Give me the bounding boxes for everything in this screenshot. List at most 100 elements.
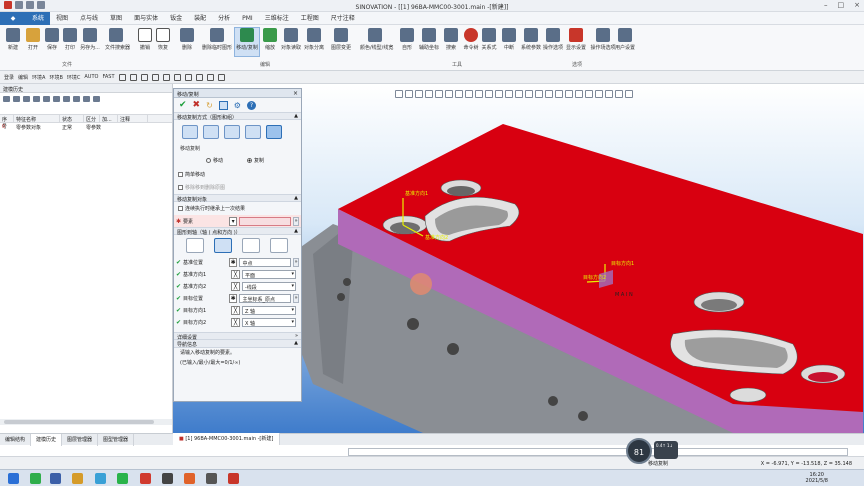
parallelogram-icon[interactable]: [206, 73, 214, 81]
app-green-icon[interactable]: [30, 473, 41, 484]
method-rotate-button[interactable]: [203, 125, 219, 139]
col-add[interactable]: 加...: [100, 115, 118, 123]
view-iso-icon[interactable]: [485, 90, 493, 98]
zoom-out-icon[interactable]: [415, 90, 423, 98]
element-filter-icon[interactable]: ▾: [228, 216, 238, 226]
folder-taskbar-icon[interactable]: [72, 473, 83, 484]
step-forward-icon[interactable]: [23, 96, 30, 102]
method-translate-button[interactable]: [182, 125, 198, 139]
snap-icon[interactable]: [151, 73, 159, 81]
table-row[interactable]: 0 零参数对象 正常 零参数: [0, 123, 172, 131]
measure-icon[interactable]: [625, 90, 633, 98]
zoom-fit-icon[interactable]: [425, 90, 433, 98]
color-icon[interactable]: [545, 90, 553, 98]
menu-view[interactable]: 视图: [50, 12, 74, 25]
expand-icon[interactable]: [53, 96, 60, 102]
polyline-icon[interactable]: [129, 73, 137, 81]
param-field[interactable]: 主坐标系_原点: [239, 293, 292, 303]
menu-pmi[interactable]: PMI: [236, 12, 259, 25]
relation-button[interactable]: 关系式: [478, 28, 500, 51]
print-button[interactable]: 打印: [59, 28, 81, 51]
search-button[interactable]: 搜索: [440, 28, 462, 51]
menu-dimension[interactable]: 尺寸注释: [325, 12, 361, 25]
menu-assembly[interactable]: 装配: [188, 12, 212, 25]
circle-icon[interactable]: [173, 73, 181, 81]
rotate-icon[interactable]: [455, 90, 463, 98]
shade-icon[interactable]: [505, 90, 513, 98]
view-back-icon[interactable]: [495, 90, 503, 98]
play-icon[interactable]: [395, 90, 403, 98]
help-icon[interactable]: ?: [246, 100, 256, 110]
axis-mode-frame-button[interactable]: [270, 238, 288, 253]
col-note[interactable]: 注释: [118, 115, 148, 123]
self-shape-button[interactable]: 自形: [396, 28, 418, 51]
method-array-button[interactable]: [245, 125, 261, 139]
menu-surface-solid[interactable]: 面与实体: [128, 12, 164, 25]
step-back-icon[interactable]: [13, 96, 20, 102]
scroll-thumb[interactable]: [4, 420, 154, 424]
camera-icon[interactable]: [615, 90, 623, 98]
col-status[interactable]: 状态: [60, 115, 84, 123]
param-type-icon[interactable]: ✱: [228, 293, 238, 303]
redo-button[interactable]: 恢复: [152, 28, 174, 51]
display-mode-icon[interactable]: [555, 90, 563, 98]
object-read-button[interactable]: 对象读取: [280, 28, 302, 51]
wechat-icon[interactable]: [117, 473, 128, 484]
param-dropdown[interactable]: 平面 ▾: [242, 269, 296, 279]
clock[interactable]: 16:20 2021/5/8: [806, 472, 828, 484]
env-b-tab[interactable]: 环境B: [49, 74, 62, 81]
param-dropdown[interactable]: X 轴 ▾: [242, 317, 296, 327]
command-line-input[interactable]: [348, 448, 848, 456]
history-scrollbar[interactable]: [0, 419, 172, 425]
hidden-line-icon[interactable]: [525, 90, 533, 98]
app-orange-icon[interactable]: [184, 473, 195, 484]
dialog-settings-icon[interactable]: ⚙: [234, 101, 241, 110]
axis-mode-angle-button[interactable]: [186, 238, 204, 253]
dialog-close-icon[interactable]: ×: [293, 90, 298, 97]
document-tab[interactable]: ■ [1] 96BA-MMC00-3001.main -[新建]: [173, 433, 281, 445]
app-fish-icon[interactable]: [95, 473, 106, 484]
scale-button[interactable]: 缩放: [259, 28, 281, 51]
export-icon[interactable]: [83, 96, 90, 102]
delete-temp-button[interactable]: 删除临时图形: [202, 28, 232, 51]
refresh-icon[interactable]: [73, 96, 80, 102]
play-history-icon[interactable]: [3, 96, 10, 102]
keep-original-checkbox[interactable]: 移除移到删除原图: [174, 181, 301, 194]
method-mirror-button[interactable]: [224, 125, 240, 139]
maximize-icon[interactable]: □: [838, 1, 845, 9]
object-separate-button[interactable]: 对象分离: [303, 28, 325, 51]
param-field[interactable]: 中点: [239, 257, 292, 267]
collapse-icon[interactable]: [63, 96, 70, 102]
apply-icon[interactable]: ↻: [206, 101, 213, 110]
section-details[interactable]: 详细设置»: [174, 332, 301, 341]
col-name[interactable]: 特征名称: [14, 115, 60, 123]
app-logo[interactable]: ◆: [0, 11, 26, 25]
menu-analysis[interactable]: 分析: [212, 12, 236, 25]
zoom-window-icon[interactable]: [435, 90, 443, 98]
menu-drawing[interactable]: 工程图: [295, 12, 325, 25]
col-kind[interactable]: 区分: [84, 115, 100, 123]
wireframe-icon[interactable]: [515, 90, 523, 98]
file-search-button[interactable]: 文件搜索器: [105, 28, 130, 51]
history-settings-icon[interactable]: [93, 96, 100, 102]
menu-point-line[interactable]: 点与线: [74, 12, 104, 25]
auto-toggle[interactable]: AUTO: [84, 74, 98, 80]
tab-shape-manager[interactable]: 图型管理器: [98, 433, 135, 446]
tab-layer-manager[interactable]: 图层管理器: [62, 433, 99, 446]
radio-move[interactable]: 移动: [206, 157, 223, 164]
menu-system[interactable]: 系统: [26, 11, 51, 25]
snap-view-icon[interactable]: [585, 90, 593, 98]
element-more-button[interactable]: »: [293, 216, 300, 226]
square-icon[interactable]: [195, 73, 203, 81]
move-copy-button[interactable]: 移动/复制: [234, 27, 260, 57]
app-gray-icon[interactable]: [206, 473, 217, 484]
login-tab[interactable]: 登录: [4, 74, 14, 81]
simple-move-checkbox[interactable]: 简单移动: [174, 168, 301, 181]
polygon-icon[interactable]: [184, 73, 192, 81]
tab-edit-structure[interactable]: 编辑结构: [0, 433, 32, 446]
menu-sheet-metal[interactable]: 钣金: [164, 12, 188, 25]
user-settings-button[interactable]: 用户设置: [614, 28, 636, 51]
param-type-icon[interactable]: ╳: [231, 269, 240, 279]
continuous-checkbox[interactable]: 连续执行时继承上一次结果: [174, 202, 301, 215]
param-type-icon[interactable]: ✱: [228, 257, 238, 267]
